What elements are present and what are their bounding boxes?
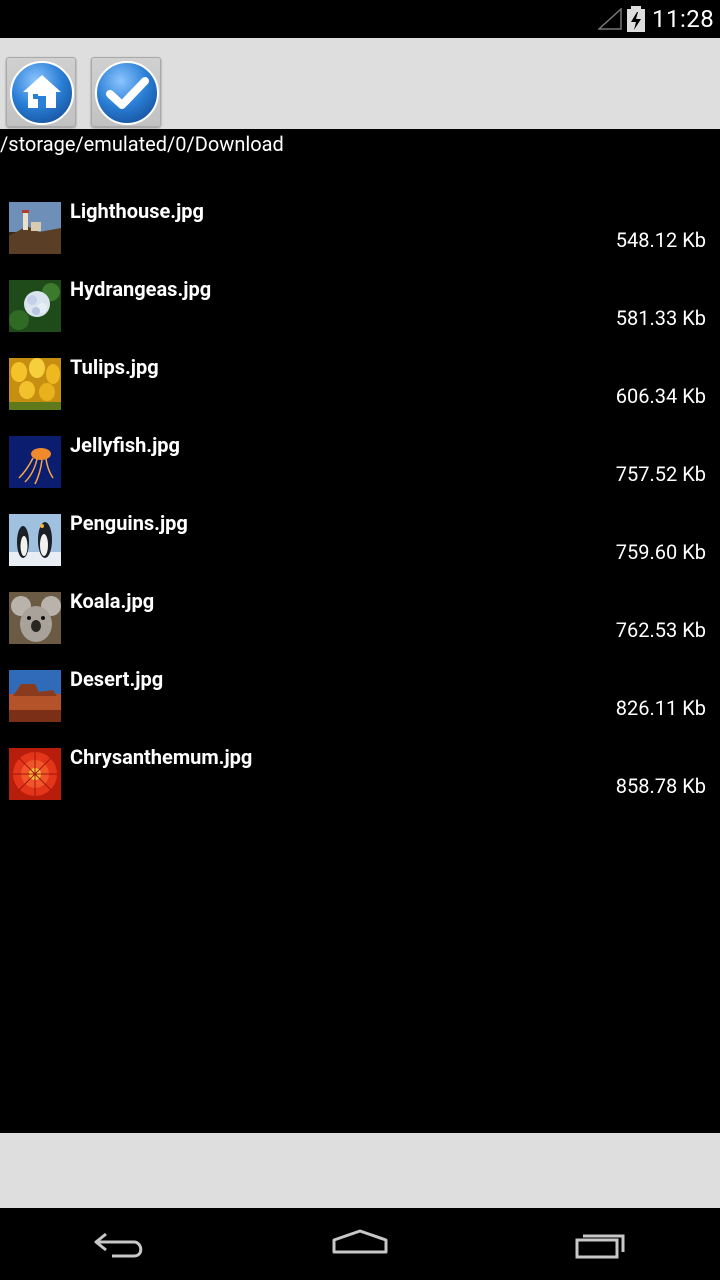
file-name: Lighthouse.jpg (70, 199, 204, 223)
file-row[interactable]: Jellyfish.jpg 757.52 Kb (0, 430, 720, 508)
chrysanthemum-thumbnail (9, 748, 61, 800)
file-row[interactable]: Chrysanthemum.jpg 858.78 Kb (0, 742, 720, 820)
file-name: Hydrangeas.jpg (70, 277, 212, 301)
hydrangeas-thumbnail (9, 280, 61, 332)
jellyfish-thumbnail (9, 436, 61, 488)
home-icon (10, 61, 74, 125)
home-nav-button[interactable] (328, 1222, 392, 1266)
signal-icon (598, 8, 622, 30)
current-path: /storage/emulated/0/Download (0, 132, 284, 156)
clock: 11:28 (652, 5, 715, 33)
home-outline-icon (332, 1229, 388, 1254)
file-size: 858.78 Kb (615, 774, 706, 798)
file-name: Penguins.jpg (70, 511, 188, 535)
file-row[interactable]: Desert.jpg 826.11 Kb (0, 664, 720, 742)
navigation-bar (0, 1208, 720, 1280)
file-row[interactable]: Lighthouse.jpg 548.12 Kb (0, 196, 720, 274)
file-row[interactable]: Hydrangeas.jpg 581.33 Kb (0, 274, 720, 352)
file-size: 759.60 Kb (615, 540, 706, 564)
recent-apps-icon (575, 1234, 625, 1259)
file-list: Lighthouse.jpg 548.12 Kb Hydrangeas.jpg … (0, 196, 720, 820)
file-name: Chrysanthemum.jpg (70, 745, 253, 769)
file-size: 606.34 Kb (615, 384, 706, 408)
status-bar: 11:28 (0, 0, 720, 38)
penguins-thumbnail (9, 514, 61, 566)
desert-thumbnail (9, 670, 61, 722)
file-name: Koala.jpg (70, 589, 155, 613)
file-size: 581.33 Kb (615, 306, 706, 330)
file-size: 762.53 Kb (615, 618, 706, 642)
file-size: 548.12 Kb (615, 228, 706, 252)
tulips-thumbnail (9, 358, 61, 410)
toolbar (0, 38, 720, 129)
file-row[interactable]: Tulips.jpg 606.34 Kb (0, 352, 720, 430)
back-button[interactable] (88, 1222, 152, 1266)
checkmark-icon (95, 61, 159, 125)
file-size: 826.11 Kb (615, 696, 706, 720)
confirm-button[interactable] (91, 57, 161, 127)
file-name: Jellyfish.jpg (70, 433, 180, 457)
lighthouse-thumbnail (9, 202, 61, 254)
file-row[interactable]: Penguins.jpg 759.60 Kb (0, 508, 720, 586)
file-size: 757.52 Kb (615, 462, 706, 486)
file-name: Desert.jpg (70, 667, 164, 691)
koala-thumbnail (9, 592, 61, 644)
file-name: Tulips.jpg (70, 355, 159, 379)
recent-apps-button[interactable] (570, 1222, 634, 1266)
battery-charging-icon (627, 6, 645, 32)
home-button[interactable] (6, 57, 76, 127)
file-row[interactable]: Koala.jpg 762.53 Kb (0, 586, 720, 664)
bottom-bar (0, 1133, 720, 1208)
back-icon (94, 1232, 143, 1258)
